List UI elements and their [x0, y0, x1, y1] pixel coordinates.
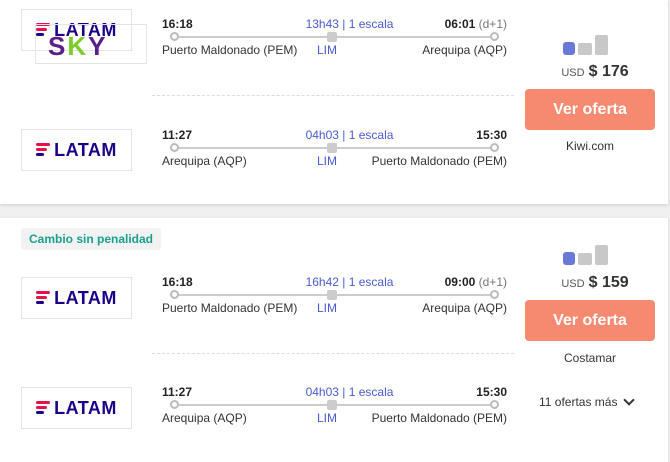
duration-stops: 04h03 | 1 escala	[305, 385, 394, 399]
currency: USD	[561, 278, 585, 290]
stop-airport: LIM	[317, 154, 338, 168]
price: USD $ 176	[540, 63, 650, 81]
departure-time: 11:27	[162, 128, 193, 142]
airline-logo: LATAM	[21, 387, 132, 429]
departure-time: 16:18	[162, 275, 193, 289]
latam-logo: LATAM	[36, 288, 117, 309]
return-segment: 11:27 04h03 | 1 escala 15:30 Arequipa (A…	[162, 385, 507, 435]
duration-stops: 13h43 | 1 escala	[305, 17, 394, 31]
outbound-segment: 16:18 16h42 | 1 escala 09:00 (d+1) Puert…	[162, 275, 507, 325]
arrival-time: 15:30	[476, 128, 507, 142]
departure-time: 16:18	[162, 17, 193, 31]
personal-item-icon	[563, 42, 575, 55]
destination-dot	[490, 400, 499, 409]
sky-logo-text: SKY	[48, 31, 108, 61]
latam-logo: LATAM	[36, 398, 117, 419]
origin-dot	[170, 143, 179, 152]
destination-dot	[490, 32, 499, 41]
duration-stops: 04h03 | 1 escala	[305, 128, 394, 142]
origin-airport: Arequipa (AQP)	[162, 411, 247, 425]
origin-airport: Puerto Maldonado (PEM)	[162, 301, 298, 315]
arrival-time: 15:30	[476, 385, 507, 399]
destination-airport: Puerto Maldonado (PEM)	[371, 154, 507, 168]
origin-dot	[170, 290, 179, 299]
flight-result-card[interactable]: LATAM SKY 16:18 13h43 | 1 escala 06:01 (…	[0, 0, 668, 204]
stop-marker	[327, 400, 337, 410]
flight-result-card[interactable]: Cambio sin penalidad LATAM 16:18 16h42 |…	[0, 218, 668, 462]
duration-stops: 16h42 | 1 escala	[305, 275, 394, 289]
segment-divider	[152, 353, 514, 354]
provider-name: Kiwi.com	[565, 139, 614, 153]
status-badge: Cambio sin penalidad	[21, 228, 161, 250]
provider-name: Costamar	[563, 351, 616, 365]
baggage-icons	[563, 35, 608, 55]
arrival-time: 09:00 (d+1)	[444, 275, 507, 289]
view-offer-button[interactable]: Ver oferta	[525, 300, 655, 341]
stop-marker	[327, 290, 337, 300]
destination-dot	[490, 143, 499, 152]
personal-item-icon	[563, 252, 575, 265]
origin-airport: Arequipa (AQP)	[162, 154, 247, 168]
carry-on-icon	[578, 43, 592, 55]
price-value: $ 159	[588, 274, 629, 291]
price-value: $ 176	[588, 63, 629, 80]
airline-logo: LATAM	[21, 129, 132, 171]
chevron-down-icon	[623, 394, 636, 406]
departure-time: 11:27	[162, 385, 193, 399]
checked-bag-icon	[595, 245, 608, 265]
stop-airport: LIM	[317, 411, 338, 425]
more-offers-toggle[interactable]: 11 ofertas más	[539, 394, 636, 409]
stop-marker	[327, 32, 337, 42]
destination-airport: Puerto Maldonado (PEM)	[371, 411, 507, 425]
destination-airport: Arequipa (AQP)	[422, 301, 507, 315]
price: USD $ 159	[540, 274, 650, 292]
stop-airport: LIM	[317, 43, 338, 57]
origin-airport: Puerto Maldonado (PEM)	[162, 43, 298, 57]
sky-logo: SKY	[35, 24, 147, 64]
origin-dot	[170, 32, 179, 41]
origin-dot	[170, 400, 179, 409]
segment-divider	[152, 95, 514, 96]
outbound-segment: 16:18 13h43 | 1 escala 06:01 (d+1) Puert…	[162, 17, 507, 67]
checked-bag-icon	[595, 35, 608, 55]
destination-airport: Arequipa (AQP)	[422, 43, 507, 57]
stop-marker	[327, 143, 337, 153]
stop-airport: LIM	[317, 301, 338, 315]
more-offers-label: 11 ofertas más	[539, 395, 618, 409]
latam-logo: LATAM	[36, 140, 117, 161]
airline-logo: LATAM	[21, 277, 132, 319]
arrival-time: 06:01 (d+1)	[444, 17, 507, 31]
baggage-icons	[563, 245, 608, 265]
currency: USD	[561, 67, 585, 79]
return-segment: 11:27 04h03 | 1 escala 15:30 Arequipa (A…	[162, 128, 507, 178]
carry-on-icon	[578, 253, 592, 265]
view-offer-button[interactable]: Ver oferta	[525, 89, 655, 130]
destination-dot	[490, 290, 499, 299]
